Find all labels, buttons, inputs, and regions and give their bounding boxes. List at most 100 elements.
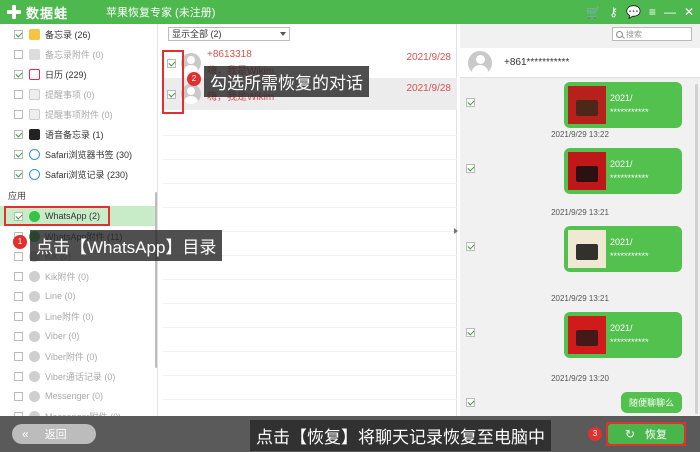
sidebar-item[interactable]: 备忘录附件 (0) xyxy=(0,44,157,64)
annotation-badge-2: 2 xyxy=(187,72,201,86)
collapse-arrow-icon[interactable] xyxy=(454,228,458,234)
message-checkbox[interactable] xyxy=(466,98,475,107)
text-message-bubble[interactable]: 随便聊聊么 xyxy=(620,392,682,413)
title-bar: 数据蛙 苹果恢复专家 (未注册) 🛒 ⚷ 💬 ≡ — ✕ xyxy=(0,0,700,24)
item-checkbox[interactable] xyxy=(14,251,23,261)
search-placeholder: 搜索 xyxy=(626,29,642,39)
sidebar-item[interactable]: 日历 (229) xyxy=(0,64,157,84)
safari-history-icon xyxy=(29,168,40,180)
viber-icon xyxy=(29,330,40,342)
filter-dropdown[interactable]: 显示全部 (2) xyxy=(168,27,290,41)
key-icon[interactable]: ⚷ xyxy=(609,5,618,19)
sidebar-item[interactable]: Viber (0) xyxy=(0,326,157,346)
message-text: 2021/ *********** xyxy=(610,235,649,263)
item-checkbox[interactable] xyxy=(14,149,23,159)
message-timestamp: 2021/9/29 13:21 xyxy=(551,294,609,303)
sidebar-item[interactable]: Kik附件 (0) xyxy=(0,266,157,286)
conversation-name: +8613318 xyxy=(207,49,252,60)
back-button[interactable]: « 返回 xyxy=(12,424,96,444)
menu-icon[interactable]: ≡ xyxy=(649,5,656,19)
close-icon[interactable]: ✕ xyxy=(684,5,694,19)
brand-name: 数据蛙 xyxy=(26,5,69,21)
sidebar-item[interactable]: Safari浏览记录 (230) xyxy=(0,164,157,184)
app-logo: 数据蛙 xyxy=(0,3,100,22)
sidebar-item[interactable]: Safari浏览器书签 (30) xyxy=(0,144,157,164)
item-checkbox[interactable] xyxy=(14,371,23,381)
viber-attachment-icon xyxy=(29,350,40,362)
image-message-bubble[interactable]: 2021/ *********** xyxy=(564,226,682,272)
item-checkbox[interactable] xyxy=(14,271,23,281)
annotation-box-whatsapp xyxy=(4,206,110,226)
search-icon xyxy=(616,30,623,38)
chat-scrollbar[interactable] xyxy=(695,84,698,414)
message-checkbox[interactable] xyxy=(466,398,475,407)
avatar xyxy=(181,53,201,73)
image-message-bubble[interactable]: 2021/ *********** xyxy=(564,312,682,358)
sidebar-item-label: 提醒事项附件 (0) xyxy=(45,109,113,120)
sidebar-item[interactable]: Viber附件 (0) xyxy=(0,346,157,366)
image-message-bubble[interactable]: 2021/ *********** xyxy=(564,148,682,194)
sidebar-item[interactable]: 语音备忘录 (1) xyxy=(0,124,157,144)
item-checkbox[interactable] xyxy=(14,49,23,59)
sidebar-item[interactable]: 备忘录 (26) xyxy=(0,24,157,44)
annotation-badge-3: 3 xyxy=(588,427,602,441)
notes-attachment-icon xyxy=(29,48,40,60)
kik-attachment-icon xyxy=(29,270,40,282)
message-line: *********** xyxy=(610,173,649,183)
section-header-apps: 应用 xyxy=(8,191,27,201)
sidebar-item[interactable]: Messenger附件 (0) xyxy=(0,406,157,416)
chat-icon[interactable]: 💬 xyxy=(626,5,641,19)
message-timestamp: 2021/9/29 13:22 xyxy=(551,130,609,139)
contact-number: +861*********** xyxy=(504,57,570,68)
annotation-label-2: 勾选所需恢复的对话 xyxy=(204,66,369,97)
image-message-bubble[interactable]: 2021/ *********** xyxy=(564,82,682,128)
empty-rows xyxy=(163,112,457,424)
item-checkbox[interactable] xyxy=(14,109,23,119)
item-checkbox[interactable] xyxy=(14,331,23,341)
item-checkbox[interactable] xyxy=(14,311,23,321)
cart-icon[interactable]: 🛒 xyxy=(586,5,601,19)
minimize-icon[interactable]: — xyxy=(664,5,676,19)
item-checkbox[interactable] xyxy=(14,169,23,179)
image-thumbnail[interactable] xyxy=(568,230,606,268)
message-checkbox[interactable] xyxy=(466,164,475,173)
annotation-box-recover xyxy=(606,422,686,446)
sidebar-item[interactable]: Line附件 (0) xyxy=(0,306,157,326)
sidebar-item[interactable]: Messenger (0) xyxy=(0,386,157,406)
sidebar-item[interactable]: 提醒事项附件 (0) xyxy=(0,104,157,124)
image-thumbnail[interactable] xyxy=(568,152,606,190)
sidebar-item[interactable]: Viber通话记录 (0) xyxy=(0,366,157,386)
viber-calls-icon xyxy=(29,370,40,382)
sidebar-item-label: 备忘录附件 (0) xyxy=(45,49,104,60)
image-thumbnail[interactable] xyxy=(568,316,606,354)
message-line: *********** xyxy=(610,107,649,117)
back-label: 返回 xyxy=(44,429,67,441)
item-checkbox[interactable] xyxy=(14,129,23,139)
annotation-badge-1: 1 xyxy=(13,235,27,249)
item-checkbox[interactable] xyxy=(14,291,23,301)
sidebar-item[interactable]: Line (0) xyxy=(0,286,157,306)
item-checkbox[interactable] xyxy=(14,69,23,79)
item-checkbox[interactable] xyxy=(14,89,23,99)
message-line: 2021/ xyxy=(610,323,633,333)
item-checkbox[interactable] xyxy=(14,29,23,39)
message-line: *********** xyxy=(610,251,649,261)
sidebar-scrollbar[interactable] xyxy=(155,192,157,368)
double-chevron-left-icon: « xyxy=(22,427,29,441)
line-attachment-icon xyxy=(29,310,40,322)
filter-value: 显示全部 (2) xyxy=(172,29,222,39)
notes-icon xyxy=(29,28,40,40)
message-checkbox[interactable] xyxy=(466,328,475,337)
annotation-box-conversations xyxy=(162,50,184,114)
sidebar-item-label: Viber通话记录 (0) xyxy=(45,371,116,382)
image-thumbnail[interactable] xyxy=(568,86,606,124)
item-checkbox[interactable] xyxy=(14,351,23,361)
sidebar-item[interactable]: 提醒事项 (0) xyxy=(0,84,157,104)
item-checkbox[interactable] xyxy=(14,391,23,401)
sidebar-item-label: Messenger (0) xyxy=(45,391,104,401)
message-checkbox[interactable] xyxy=(466,242,475,251)
avatar xyxy=(468,50,492,75)
conversation-date: 2021/9/28 xyxy=(406,52,452,63)
message-text: 2021/ *********** xyxy=(610,321,649,349)
search-input[interactable]: 搜索 xyxy=(612,27,692,41)
